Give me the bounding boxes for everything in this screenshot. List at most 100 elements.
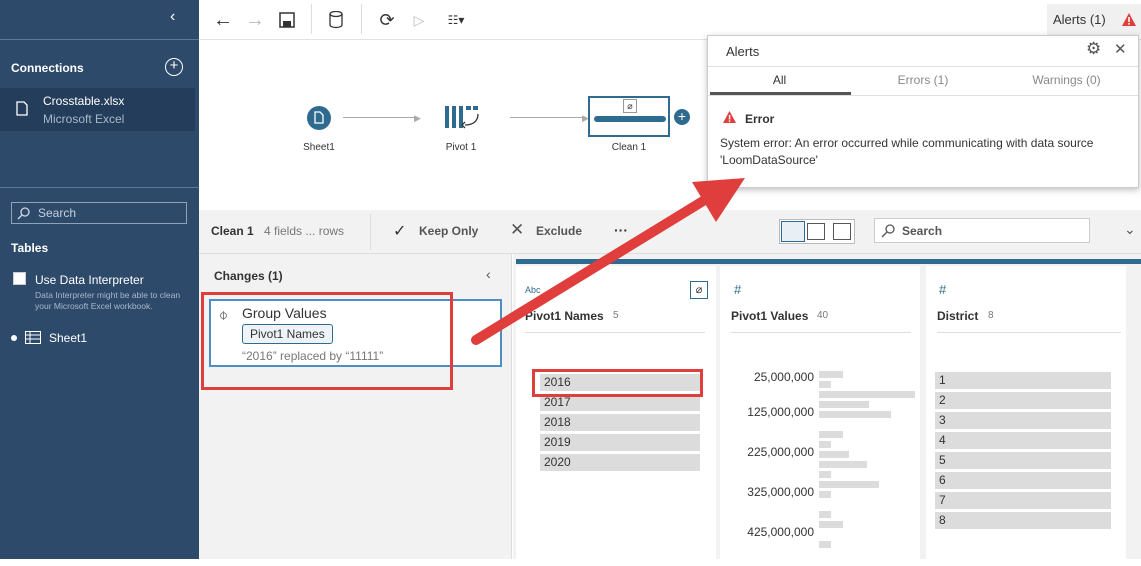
- histogram-bar[interactable]: [819, 411, 891, 418]
- error-title: Error: [745, 112, 775, 126]
- histogram-bar[interactable]: [819, 431, 843, 438]
- histogram-bar[interactable]: [819, 461, 867, 468]
- file-icon: [16, 101, 28, 116]
- arrow-head-icon: ▶: [414, 113, 421, 123]
- histogram-bar[interactable]: [819, 511, 831, 518]
- check-icon: ✓: [393, 223, 407, 240]
- value-bar[interactable]: 7: [935, 492, 1111, 509]
- pivot1-node[interactable]: [444, 105, 482, 131]
- clean1-node[interactable]: ⌀: [588, 96, 670, 137]
- paperclip-icon: ⌀: [623, 99, 637, 113]
- interpreter-hint: Data Interpreter might be able to clean …: [35, 290, 181, 311]
- grid-view-icon[interactable]: [807, 223, 825, 240]
- histogram-bar[interactable]: [819, 541, 831, 548]
- histogram-bar[interactable]: [819, 401, 869, 408]
- highlight-box: [201, 292, 453, 390]
- value-bar[interactable]: 2020: [540, 454, 700, 471]
- value-bar[interactable]: 2019: [540, 434, 700, 451]
- tab-errors[interactable]: Errors (1): [851, 73, 995, 87]
- connections-title: Connections: [11, 61, 84, 75]
- top-toolbar: ← → ⟳ ▷ ☷▾ Alerts (1): [199, 0, 1141, 40]
- field-name: Pivot1 Values: [731, 309, 809, 323]
- profile-card-district[interactable]: # District 8 1 2 3 4 5 6 7 8: [926, 266, 1126, 566]
- step-meta: 4 fields ... rows: [264, 224, 345, 238]
- exclude-button[interactable]: Exclude: [536, 224, 582, 238]
- collapse-changes-icon[interactable]: ‹: [486, 266, 491, 282]
- redo-icon[interactable]: →: [243, 8, 267, 32]
- list-view-icon[interactable]: [833, 223, 851, 240]
- interpreter-checkbox[interactable]: [13, 272, 26, 285]
- table-search-input[interactable]: Search: [11, 202, 187, 224]
- step-name: Clean 1: [211, 224, 254, 238]
- field-count: 8: [988, 310, 994, 321]
- expand-chevron-icon[interactable]: ⌄: [1124, 221, 1136, 238]
- value-bar[interactable]: 4: [935, 432, 1111, 449]
- number-type-icon: #: [734, 282, 742, 297]
- histogram-bar[interactable]: [819, 521, 843, 528]
- connection-item[interactable]: Crosstable.xlsx Microsoft Excel: [0, 88, 195, 131]
- add-connection-icon[interactable]: +: [165, 58, 183, 76]
- histogram-bar[interactable]: [819, 371, 843, 378]
- exclude-icon: ✕: [510, 220, 525, 239]
- value-bar[interactable]: 5: [935, 452, 1111, 469]
- sheet1-node[interactable]: [307, 106, 331, 130]
- paperclip-icon: ⌀: [690, 281, 708, 299]
- add-step-icon[interactable]: +: [674, 109, 690, 125]
- more-actions-button[interactable]: ···: [614, 222, 628, 238]
- collapse-sidebar-icon[interactable]: ‹: [170, 8, 175, 26]
- value-bar[interactable]: 3: [935, 412, 1111, 429]
- pivot-icon: [445, 106, 479, 129]
- alerts-label: Alerts (1): [1053, 12, 1106, 27]
- run-icon[interactable]: ▷: [407, 8, 431, 32]
- histogram-bar[interactable]: [819, 481, 879, 488]
- search-icon: [881, 224, 895, 238]
- alerts-title: Alerts: [726, 44, 760, 59]
- search-icon: [17, 207, 30, 220]
- search-placeholder: Search: [902, 224, 943, 238]
- field-count: 5: [613, 310, 619, 321]
- error-message: System error: An error occurred while co…: [720, 136, 1094, 167]
- keep-only-button[interactable]: Keep Only: [419, 224, 478, 238]
- flow-connector: [510, 117, 584, 118]
- histogram-bar[interactable]: [819, 381, 831, 388]
- profile-card-pivot1-values[interactable]: # Pivot1 Values 40 25,000,000 125,000,00…: [720, 266, 920, 566]
- axis-label: 125,000,000: [747, 405, 814, 419]
- error-icon: [723, 111, 736, 123]
- histogram-bar[interactable]: [819, 471, 831, 478]
- axis-label: 325,000,000: [747, 485, 814, 499]
- connection-type: Microsoft Excel: [43, 112, 125, 126]
- refresh-icon[interactable]: ⟳: [375, 8, 399, 32]
- table-item-sheet1[interactable]: Sheet1: [49, 331, 87, 345]
- profile-pane: Abc ⌀ Pivot1 Names 5 2016 2017 2018 2019…: [513, 254, 1141, 566]
- value-bar[interactable]: 6: [935, 472, 1111, 489]
- value-bar[interactable]: 8: [935, 512, 1111, 529]
- flow-connector: [343, 117, 417, 118]
- value-bar[interactable]: 2018: [540, 414, 700, 431]
- table-dot: [11, 335, 17, 341]
- axis-label: 25,000,000: [753, 370, 814, 384]
- alerts-button[interactable]: Alerts (1): [1047, 4, 1141, 36]
- histogram-bar[interactable]: [819, 491, 831, 498]
- axis-label: 425,000,000: [747, 525, 814, 539]
- data-source-icon[interactable]: [325, 8, 349, 32]
- value-bar[interactable]: 2: [935, 392, 1111, 409]
- tab-warnings[interactable]: Warnings (0): [995, 73, 1138, 87]
- value-bar[interactable]: 1: [935, 372, 1111, 389]
- histogram-bar[interactable]: [819, 391, 915, 398]
- histogram-bar[interactable]: [819, 441, 831, 448]
- profile-search-input[interactable]: Search: [874, 218, 1090, 243]
- step-toolbar: Clean 1 4 fields ... rows ✓ Keep Only ✕ …: [199, 210, 1141, 254]
- undo-icon[interactable]: ←: [211, 8, 235, 32]
- settings-dropdown-icon[interactable]: ☷▾: [439, 8, 473, 32]
- gear-icon[interactable]: ⚙: [1086, 39, 1101, 59]
- save-icon[interactable]: [275, 8, 299, 32]
- tab-all[interactable]: All: [708, 73, 851, 87]
- profile-view-icon[interactable]: [781, 221, 805, 242]
- warning-icon: [1122, 13, 1136, 26]
- histogram-bar[interactable]: [819, 451, 849, 458]
- node-label-pivot1: Pivot 1: [445, 142, 477, 153]
- profile-card-pivot1-names[interactable]: Abc ⌀ Pivot1 Names 5 2016 2017 2018 2019…: [516, 266, 716, 566]
- close-icon[interactable]: ✕: [1114, 40, 1127, 58]
- node-label-clean1: Clean 1: [611, 142, 647, 153]
- file-icon: [314, 111, 324, 124]
